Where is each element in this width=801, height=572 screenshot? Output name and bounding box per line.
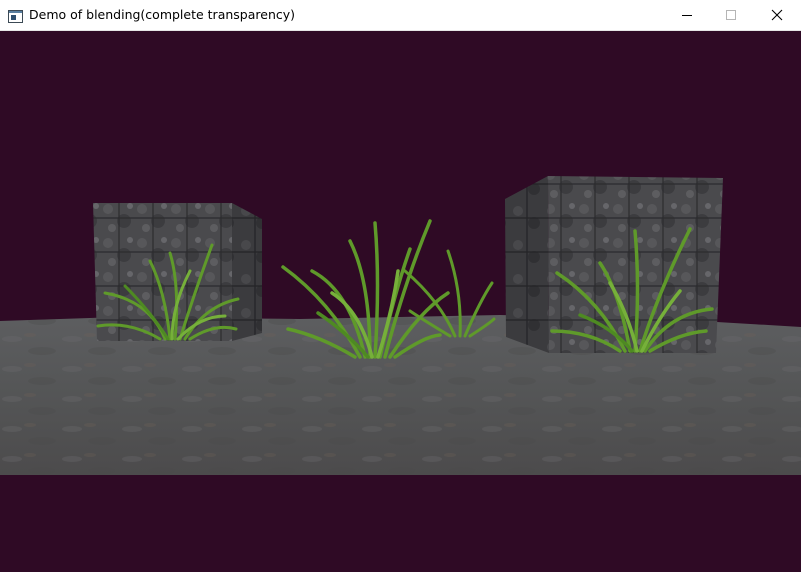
- maximize-icon: [725, 6, 737, 25]
- cube-right: [505, 176, 723, 353]
- minimize-icon: [681, 6, 693, 25]
- maximize-button[interactable]: [708, 0, 754, 30]
- close-icon: [771, 6, 783, 25]
- scene-canvas: [0, 176, 801, 475]
- title-bar[interactable]: Demo of blending(complete transparency): [0, 0, 801, 31]
- window-title: Demo of blending(complete transparency): [29, 7, 296, 22]
- close-button[interactable]: [754, 0, 800, 30]
- minimize-button[interactable]: [664, 0, 710, 30]
- app-window-icon: [8, 8, 23, 27]
- render-viewport[interactable]: [0, 31, 801, 572]
- app-window: Demo of blending(complete transparency): [0, 0, 801, 572]
